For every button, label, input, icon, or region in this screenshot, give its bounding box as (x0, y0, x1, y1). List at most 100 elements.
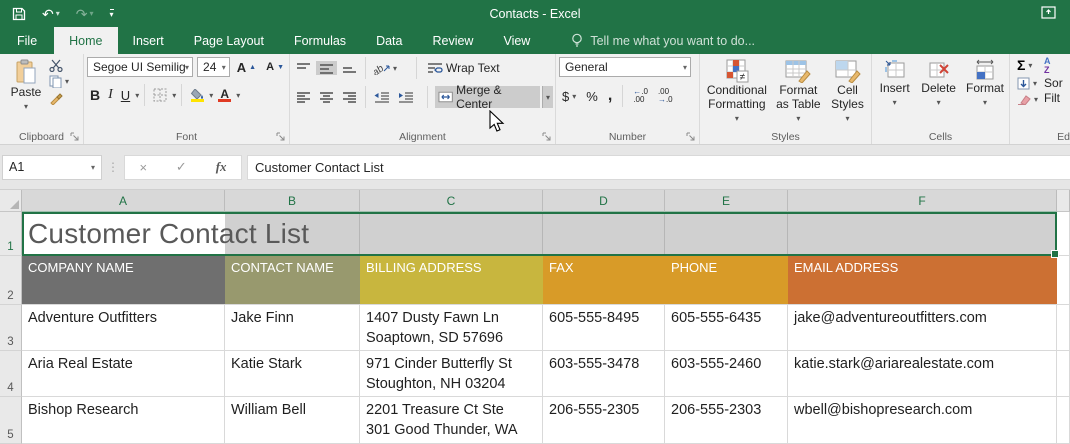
alignment-dialog-launcher-icon[interactable] (542, 132, 552, 142)
tab-home[interactable]: Home (54, 27, 117, 54)
cell-D2[interactable]: FAX (543, 256, 665, 305)
tab-file[interactable]: File (0, 27, 54, 54)
italic-button[interactable]: I (105, 86, 116, 104)
merge-center-dropdown[interactable]: ▾ (542, 86, 553, 108)
cell-F3[interactable]: jake@adventureoutfitters.com (788, 305, 1057, 351)
accounting-dropdown-arrow[interactable]: ▾ (572, 92, 576, 101)
autosum-dropdown-arrow[interactable]: ▾ (1028, 61, 1032, 70)
cell-B3[interactable]: Jake Finn (225, 305, 360, 351)
cell-G2-partial[interactable] (1057, 256, 1070, 305)
align-center-button[interactable] (316, 90, 337, 104)
enter-button[interactable]: ✓ (176, 159, 187, 175)
cell-D3[interactable]: 605-555-8495 (543, 305, 665, 351)
fill-dropdown-arrow[interactable]: ▾ (1033, 79, 1037, 88)
delete-cells-button[interactable]: Delete ▾ (918, 57, 959, 112)
tell-me-box[interactable]: Tell me what you want to do... (571, 27, 755, 54)
fill-button[interactable]: ▾ (1017, 77, 1038, 90)
cell-E4[interactable]: 603-555-2460 (665, 351, 788, 397)
number-dialog-launcher-icon[interactable] (686, 132, 696, 142)
cell-B4[interactable]: Katie Stark (225, 351, 360, 397)
format-as-table-button[interactable]: Format as Table ▾ (771, 57, 826, 128)
tab-data[interactable]: Data (361, 27, 417, 54)
copy-dropdown-arrow[interactable]: ▾ (65, 77, 69, 86)
number-format-combo[interactable]: General▾ (559, 57, 691, 77)
wrap-text-button[interactable]: Wrap Text (424, 60, 503, 76)
cell-styles-button[interactable]: Cell Styles ▾ (826, 57, 869, 128)
clear-dropdown-arrow[interactable]: ▾ (1034, 95, 1038, 104)
cell-G5-partial[interactable] (1057, 397, 1070, 444)
font-size-combo[interactable]: 24▾ (197, 57, 230, 77)
align-right-button[interactable] (339, 90, 360, 104)
bold-button[interactable]: B (87, 86, 103, 104)
undo-dropdown-arrow[interactable]: ▾ (56, 10, 60, 18)
font-color-dropdown-arrow[interactable]: ▾ (236, 91, 240, 100)
copy-button[interactable]: ▾ (49, 75, 69, 88)
paste-button[interactable]: Paste ▾ (3, 57, 49, 116)
name-box-dropdown-arrow[interactable]: ▾ (91, 163, 95, 172)
decrease-font-size-button[interactable]: A▼ (263, 60, 287, 74)
row-header-2[interactable]: 2 (0, 256, 22, 305)
cell-A4[interactable]: Aria Real Estate (22, 351, 225, 397)
save-button[interactable] (12, 7, 26, 21)
fill-color-button[interactable] (187, 88, 207, 103)
cell-C3[interactable]: 1407 Dusty Fawn LnSoaptown, SD 57696 (360, 305, 543, 351)
cell-C1[interactable] (360, 212, 543, 256)
sort-filter-label-line2[interactable]: Filt (1044, 91, 1060, 105)
column-header-e[interactable]: E (665, 190, 788, 212)
cell-C4[interactable]: 971 Cinder Butterfly StStoughton, NH 032… (360, 351, 543, 397)
conditional-formatting-button[interactable]: ≠ Conditional Formatting ▾ (703, 57, 771, 128)
cell-F2[interactable]: EMAIL ADDRESS (788, 256, 1057, 305)
cell-F4[interactable]: katie.stark@ariarealestate.com (788, 351, 1057, 397)
underline-dropdown-arrow[interactable]: ▾ (135, 91, 139, 100)
column-header-c[interactable]: C (360, 190, 543, 212)
orientation-dropdown-arrow[interactable]: ▾ (393, 64, 397, 73)
top-align-button[interactable] (293, 61, 314, 75)
tab-insert[interactable]: Insert (118, 27, 179, 54)
font-name-dropdown-arrow[interactable]: ▾ (185, 63, 189, 72)
column-header-d[interactable]: D (543, 190, 665, 212)
undo-button[interactable]: ↶▾ (42, 7, 60, 21)
cell-C5[interactable]: 2201 Treasure Ct Ste301 Good Thunder, WA (360, 397, 543, 444)
format-painter-button[interactable] (49, 91, 69, 105)
cell-E3[interactable]: 605-555-6435 (665, 305, 788, 351)
cell-B2[interactable]: CONTACT NAME (225, 256, 360, 305)
font-color-button[interactable]: A (215, 88, 234, 103)
cell-E2[interactable]: PHONE (665, 256, 788, 305)
column-header-f[interactable]: F (788, 190, 1057, 212)
customize-quick-access-button[interactable]: ▾ (110, 9, 114, 19)
decrease-decimal-button[interactable]: .00→.0 (655, 87, 676, 105)
ribbon-display-options-button[interactable] (1041, 6, 1056, 19)
format-cells-button[interactable]: Format ▾ (963, 57, 1007, 112)
orientation-button[interactable]: ab ▾ (371, 61, 400, 76)
cell-B5[interactable]: William Bell (225, 397, 360, 444)
cut-button[interactable] (49, 59, 69, 72)
percent-style-button[interactable]: % (583, 88, 601, 105)
bottom-align-button[interactable] (339, 61, 360, 75)
font-dialog-launcher-icon[interactable] (276, 132, 286, 142)
name-box[interactable]: A1 ▾ (2, 155, 102, 180)
cell-G3-partial[interactable] (1057, 305, 1070, 351)
column-header-g-partial[interactable] (1057, 190, 1070, 212)
cell-E1[interactable] (665, 212, 788, 256)
borders-dropdown-arrow[interactable]: ▾ (172, 91, 176, 100)
autosum-button[interactable]: Σ▾ (1017, 57, 1038, 73)
insert-cells-button[interactable]: Insert ▾ (875, 57, 914, 112)
conditional-formatting-dropdown-arrow[interactable]: ▾ (735, 112, 739, 126)
cell-A2[interactable]: COMPANY NAME (22, 256, 225, 305)
cell-D5[interactable]: 206-555-2305 (543, 397, 665, 444)
cell-D1[interactable] (543, 212, 665, 256)
column-header-a[interactable]: A (22, 190, 225, 212)
clipboard-dialog-launcher-icon[interactable] (70, 132, 80, 142)
cell-D4[interactable]: 603-555-3478 (543, 351, 665, 397)
format-dropdown-arrow[interactable]: ▾ (983, 96, 987, 110)
cell-F1[interactable] (788, 212, 1057, 256)
delete-dropdown-arrow[interactable]: ▾ (937, 96, 941, 110)
merge-center-button[interactable]: Merge & Center (435, 86, 540, 108)
row-header-3[interactable]: 3 (0, 305, 22, 351)
sort-filter-label-line1[interactable]: Sor (1044, 76, 1063, 90)
align-left-button[interactable] (293, 90, 314, 104)
increase-indent-button[interactable] (395, 90, 417, 104)
insert-function-button[interactable]: fx (216, 159, 227, 175)
font-name-combo[interactable]: Segoe UI Semilight▾ (87, 57, 193, 77)
underline-button[interactable]: U (118, 87, 133, 104)
